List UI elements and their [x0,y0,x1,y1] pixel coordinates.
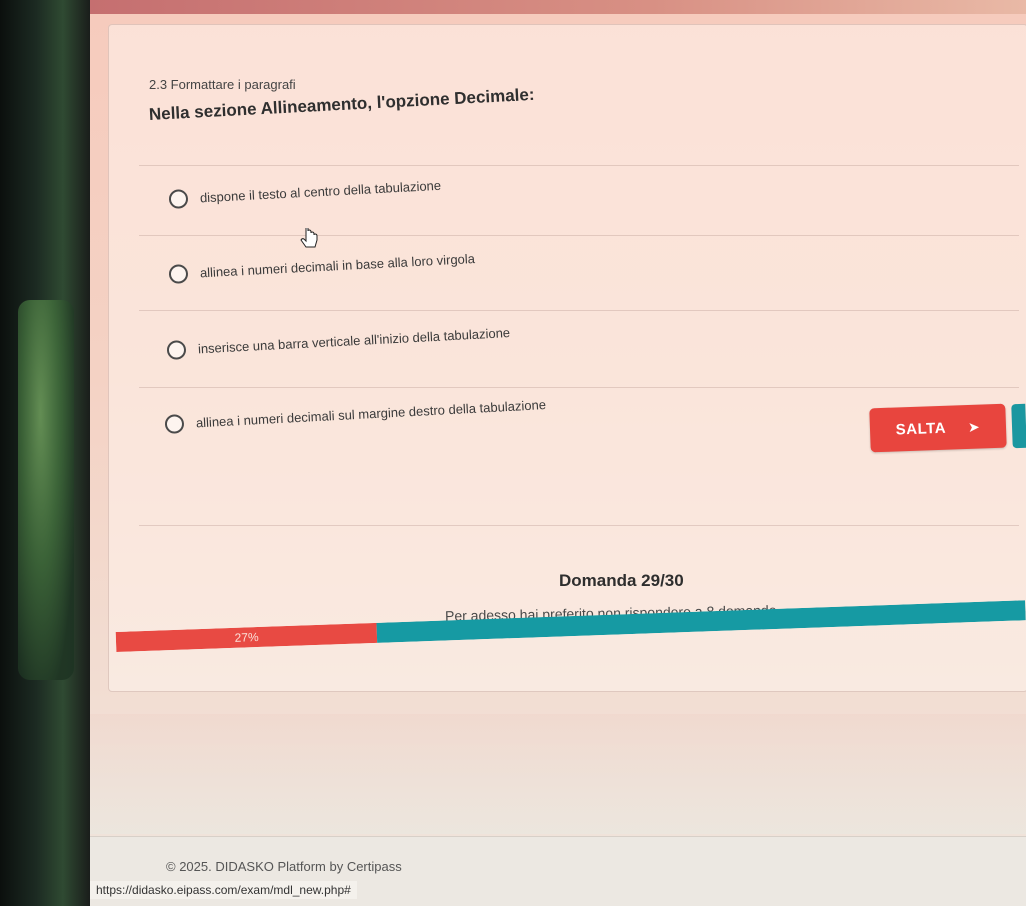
radio-button[interactable] [168,189,189,209]
divider [139,387,1019,388]
question-card: 2.3 Formattare i paragrafi Nella sezione… [108,24,1026,692]
monitor-bezel-top [90,0,1026,14]
arrow-right-icon: ➤ [967,418,981,435]
section-title: 2.3 Formattare i paragrafi [149,77,296,92]
divider [139,525,1019,526]
divider [139,165,1019,166]
answer-option-1[interactable]: dispone il testo al centro della tabulaz… [168,176,442,209]
radio-button[interactable] [168,264,189,284]
radio-button[interactable] [166,340,187,360]
page-background [90,714,1026,834]
hand-cursor-icon [300,228,318,248]
monitor-bezel-left [0,0,90,906]
skip-button[interactable]: SALTA ➤ [869,403,1007,453]
exam-screen: 2.3 Formattare i paragrafi Nella sezione… [90,14,1026,906]
answered-percent-label: 67% [688,600,713,612]
answer-option-2[interactable]: allinea i numeri decimali in base alla l… [168,249,476,284]
question-counter: Domanda 29/30 [559,571,684,590]
answer-option-label: allinea i numeri decimali in base alla l… [199,250,476,281]
answer-option-label: allinea i numeri decimali sul margine de… [195,397,547,431]
divider [139,235,1019,236]
answer-option-label: inserisce una barra verticale all'inizio… [197,325,511,357]
radio-button[interactable] [164,414,185,434]
answer-option-3[interactable]: inserisce una barra verticale all'inizio… [166,323,511,360]
skipped-percent-label: 27% [234,630,259,645]
status-url: https://didasko.eipass.com/exam/mdl_new.… [90,881,357,899]
divider [139,310,1019,311]
skip-button-label: SALTA [895,419,947,438]
answer-option-4[interactable]: allinea i numeri decimali sul margine de… [164,395,547,434]
next-button[interactable] [1011,403,1026,449]
progress-skipped-segment: 27% [115,622,378,652]
footer: © 2025. DIDASKO Platform by Certipass ht… [90,836,1026,906]
answer-option-label: dispone il testo al centro della tabulaz… [199,177,442,206]
background-plant [18,300,74,680]
copyright-text: © 2025. DIDASKO Platform by Certipass [166,859,402,874]
